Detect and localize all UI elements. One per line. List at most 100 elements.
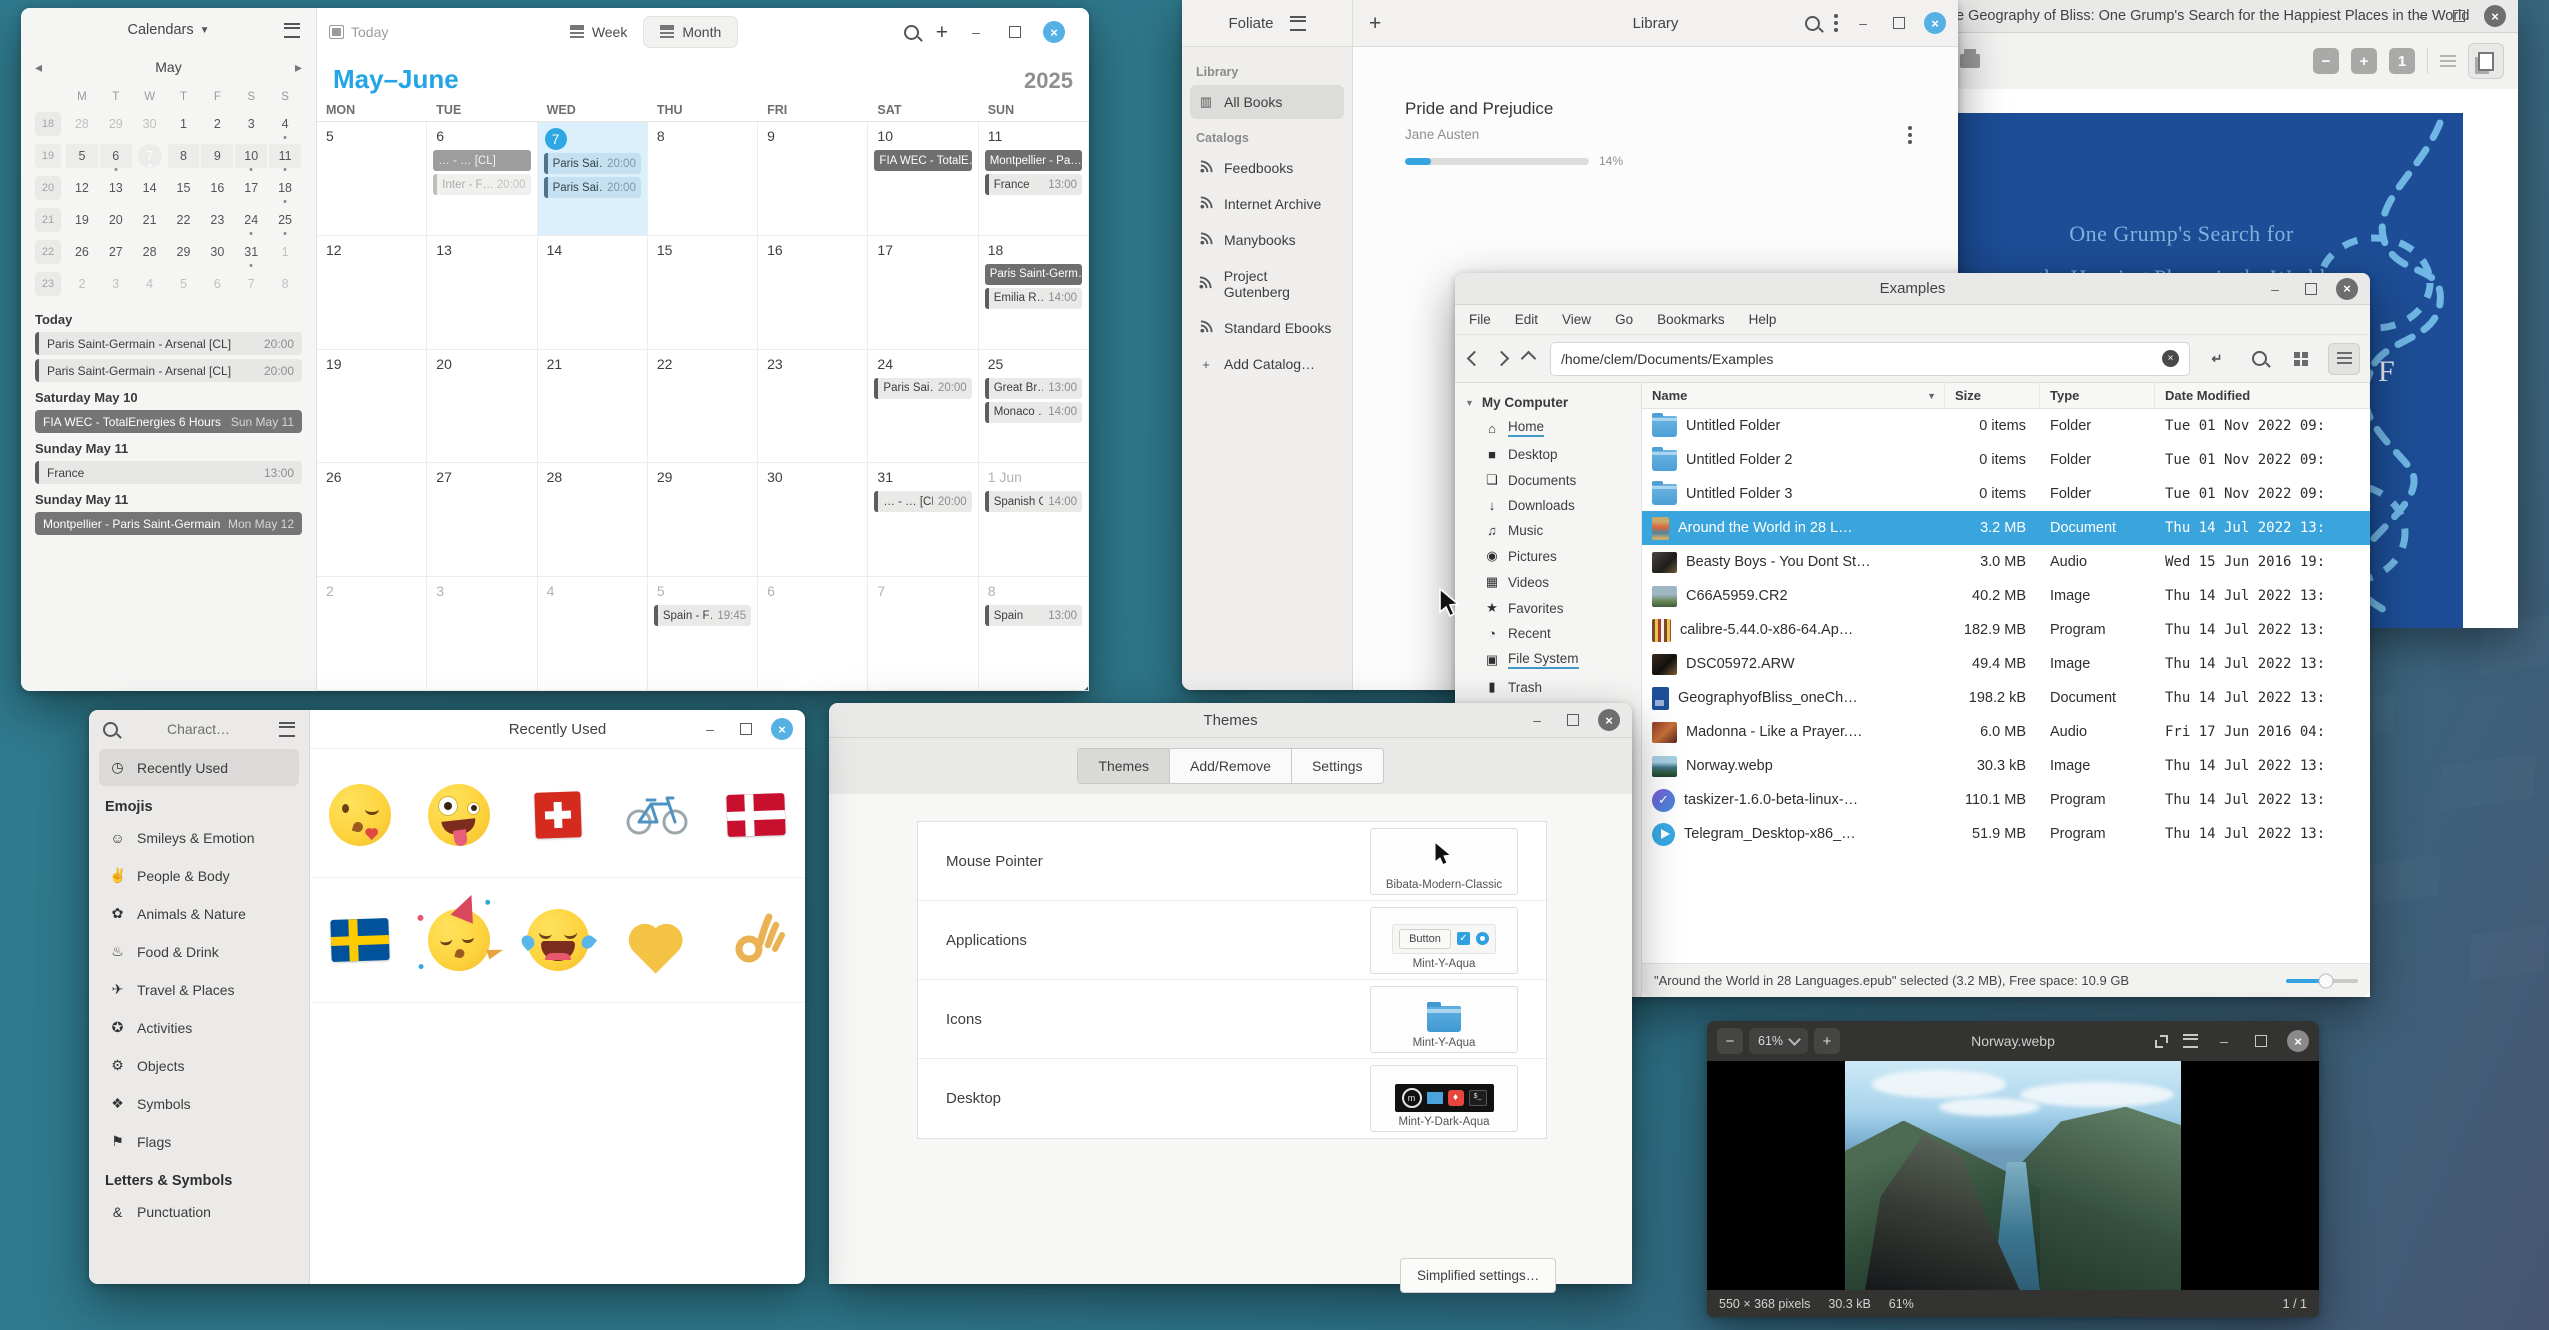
mini-day[interactable]: 4 — [134, 272, 166, 296]
mini-day[interactable]: 23 — [201, 208, 233, 232]
reader-close-button[interactable]: × — [2484, 5, 2506, 27]
sidebar-item-file-system[interactable]: ▣File System — [1455, 646, 1641, 674]
nemo-maximize-button[interactable] — [2300, 278, 2322, 300]
column-date-modified[interactable]: Date Modified — [2155, 383, 2370, 408]
agenda-event[interactable]: Paris Saint-Germain - Arsenal [CL]20:00 — [35, 332, 302, 355]
calendar-event[interactable]: Paris Saint-Germ… — [985, 264, 1082, 285]
calendar-day-cell[interactable]: 20 — [427, 350, 537, 464]
mini-day[interactable]: 5 — [168, 272, 200, 296]
calendar-event[interactable]: Paris Sai…20:00 — [544, 177, 641, 198]
calendar-day-cell[interactable]: 4 — [538, 577, 648, 691]
sidebar-item-catalog[interactable]: Project Gutenberg — [1190, 259, 1344, 309]
file-row[interactable]: Madonna - Like a Prayer.…6.0 MBAudioFri … — [1642, 715, 2370, 749]
mini-day[interactable]: 9 — [201, 144, 233, 168]
face-blowing-a-kiss-emoji[interactable] — [329, 784, 391, 846]
emoji-cell[interactable] — [508, 753, 607, 878]
partying-face-emoji[interactable] — [428, 909, 490, 971]
calendar-event[interactable]: Montpellier - Pa… — [985, 150, 1082, 171]
mini-day[interactable]: 19 — [66, 208, 98, 232]
toggle-location-entry-icon[interactable]: ↵ — [2202, 344, 2232, 374]
nemo-close-button[interactable]: × — [2336, 278, 2358, 300]
zoom-slider[interactable] — [2286, 979, 2358, 983]
mini-day[interactable]: 16 — [201, 176, 233, 200]
sidebar-item-catalog[interactable]: Feedbooks — [1190, 151, 1344, 185]
zoom-in-icon[interactable]: + — [2351, 48, 2377, 74]
sidebar-item-music[interactable]: ♫Music — [1455, 518, 1641, 543]
sidebar-item-recent[interactable]: ◔Recent — [1455, 621, 1641, 646]
mini-day[interactable]: 5 — [66, 144, 98, 168]
viewer-zoom-select[interactable]: 61% — [1749, 1028, 1808, 1054]
sidebar-my-computer[interactable]: ▼ My Computer — [1455, 391, 1641, 414]
calendar-day-cell[interactable]: 30 — [758, 463, 868, 577]
calendar-event[interactable]: Spain13:00 — [985, 605, 1082, 626]
mini-day[interactable]: 6 — [201, 272, 233, 296]
mini-day[interactable]: 3 — [235, 112, 267, 136]
calendar-day-cell[interactable]: 25Great Br…13:00Monaco …14:00 — [979, 350, 1089, 464]
calendar-day-cell[interactable]: 6 — [758, 577, 868, 691]
clear-path-icon[interactable]: × — [2162, 350, 2179, 367]
calendar-day-cell[interactable]: 17 — [868, 236, 978, 350]
foliate-close-button[interactable]: × — [1924, 12, 1946, 34]
calendar-event[interactable]: Spain - F…19:45 — [654, 605, 751, 626]
sidebar-item-travel-places[interactable]: ✈Travel & Places — [99, 971, 299, 1008]
emoji-cell[interactable] — [310, 753, 409, 878]
calendar-day-cell[interactable]: 24Paris Sai…20:00 — [868, 350, 978, 464]
mini-next-icon[interactable]: ▸ — [295, 59, 302, 76]
mini-day[interactable]: 28 — [66, 112, 98, 136]
mini-day[interactable]: 14 — [134, 176, 166, 200]
file-row[interactable]: Norway.webp30.3 kBImageThu 14 Jul 2022 1… — [1642, 749, 2370, 783]
sidebar-item-flags[interactable]: ⚑Flags — [99, 1123, 299, 1160]
charmap-close-button[interactable]: × — [771, 718, 793, 740]
mini-day[interactable]: 8 — [168, 144, 200, 168]
calendar-day-cell[interactable]: 15 — [648, 236, 758, 350]
sidebar-item-trash[interactable]: ▮Trash — [1455, 674, 1641, 700]
calendar-day-cell[interactable]: 26 — [317, 463, 427, 577]
sidebar-item-catalog[interactable]: Internet Archive — [1190, 187, 1344, 221]
column-type[interactable]: Type — [2040, 383, 2155, 408]
mini-day[interactable]: 20 — [100, 208, 132, 232]
sidebar-item-recently-used[interactable]: ◷Recently Used — [99, 749, 299, 786]
theme-select-button[interactable]: Bibata-Modern-Classic — [1370, 828, 1518, 895]
file-row[interactable]: Telegram_Desktop-x86_…51.9 MBProgramThu … — [1642, 817, 2370, 851]
book-list-item[interactable]: Pride and Prejudice Jane Austen 14% — [1405, 99, 1928, 168]
mini-day[interactable]: 29 — [168, 240, 200, 264]
foliate-minimize-button[interactable]: – — [1852, 12, 1874, 34]
calendar-day-cell[interactable]: 6… - … [CL]Inter - F…20:00 — [427, 122, 537, 236]
emoji-cell[interactable] — [706, 753, 805, 878]
calendar-event[interactable]: Spanish GP14:00 — [985, 491, 1082, 512]
viewer-zoom-out-button[interactable]: − — [1717, 1028, 1743, 1054]
charmap-menu-icon[interactable] — [279, 722, 295, 737]
sidebar-item-desktop[interactable]: ■Desktop — [1455, 442, 1641, 467]
sidebar-item-animals-nature[interactable]: ✿Animals & Nature — [99, 895, 299, 932]
sidebar-item-punctuation[interactable]: &Punctuation — [99, 1194, 299, 1230]
charmap-headerbar[interactable]: Recently Used – × — [310, 710, 805, 749]
viewer-zoom-in-button[interactable]: + — [1814, 1028, 1840, 1054]
calendar-day-cell[interactable]: 13 — [427, 236, 537, 350]
mini-day[interactable]: 2 — [201, 112, 233, 136]
agenda-event[interactable]: Paris Saint-Germain - Arsenal [CL]20:00 — [35, 359, 302, 382]
calendar-event[interactable]: … - … [CL]20:00 — [874, 491, 971, 512]
emoji-cell[interactable] — [409, 753, 508, 878]
foliate-headerbar[interactable]: Foliate + Library – × — [1182, 0, 1958, 47]
calendar-event[interactable]: FIA WEC - TotalE… — [874, 150, 971, 171]
mini-day[interactable]: 24 — [235, 208, 267, 232]
calendar-day-cell[interactable]: 7Paris Sai…20:00Paris Sai…20:00 — [538, 122, 648, 236]
sidebar-item-downloads[interactable]: ↓Downloads — [1455, 493, 1641, 518]
calendar-day-cell[interactable]: 29 — [648, 463, 758, 577]
calendar-day-cell[interactable]: 12 — [317, 236, 427, 350]
sidebar-item-catalog[interactable]: Standard Ebooks — [1190, 311, 1344, 345]
tab-themes[interactable]: Themes — [1078, 749, 1170, 783]
calendar-day-cell[interactable]: 7 — [868, 577, 978, 691]
up-icon[interactable] — [1521, 351, 1537, 367]
flag-denmark-emoji[interactable] — [727, 794, 785, 836]
calendar-day-cell[interactable]: 5 — [317, 122, 427, 236]
mini-day[interactable]: 2 — [66, 272, 98, 296]
mini-day[interactable]: 1 — [269, 240, 301, 264]
mini-day[interactable]: 8 — [269, 272, 301, 296]
nemo-titlebar[interactable]: Examples – × — [1455, 273, 2370, 305]
foliate-search-icon[interactable] — [1805, 16, 1820, 31]
calendar-close-button[interactable]: × — [1043, 21, 1065, 43]
foliate-maximize-button[interactable] — [1888, 12, 1910, 34]
emoji-cell[interactable] — [508, 878, 607, 1003]
charmap-search-icon[interactable] — [103, 722, 118, 737]
